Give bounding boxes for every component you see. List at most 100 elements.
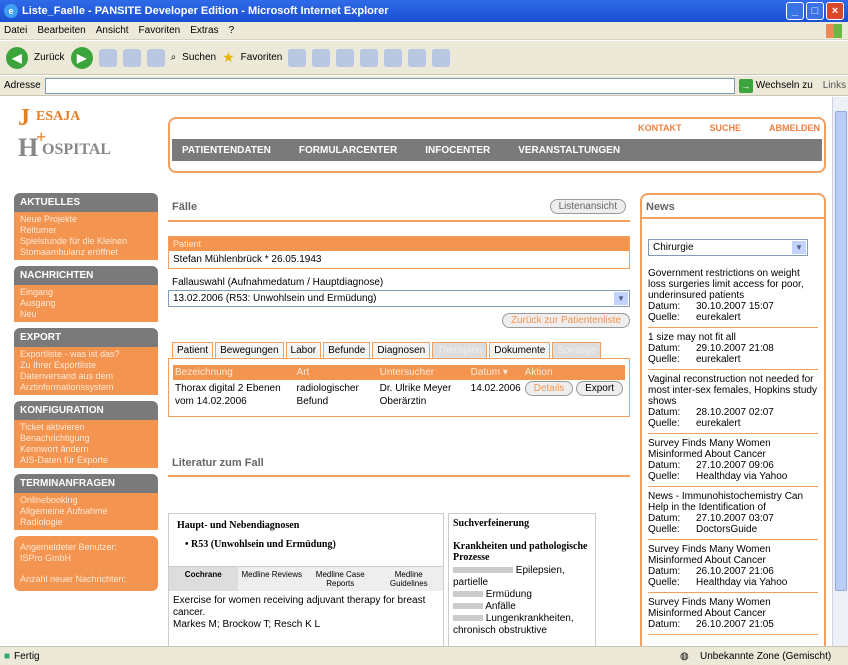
title-divider (168, 220, 630, 222)
lit-tab-cochrane[interactable]: Cochrane (169, 567, 238, 591)
news-headline[interactable]: Vaginal reconstruction not needed for mo… (648, 374, 818, 407)
lit-tab-medline-guidelines[interactable]: Medline Guidelines (374, 567, 443, 591)
sidebar-link[interactable]: Spielstunde für die Kleinen (20, 236, 152, 247)
close-button[interactable]: × (826, 2, 844, 20)
sidebar-link[interactable]: Reitumer (20, 225, 152, 236)
favorites-star-icon[interactable]: ★ (222, 49, 235, 66)
news-headline[interactable]: 1 size may not fit all (648, 332, 818, 343)
news-headline[interactable]: Survey Finds Many Women Misinformed Abou… (648, 597, 818, 619)
cell-art: radiologischer Befund (296, 383, 359, 407)
sidebar-link[interactable]: Kennwort ändern (20, 444, 152, 455)
search-button-label[interactable]: Suchen (182, 52, 216, 63)
news-headline[interactable]: Survey Finds Many Women Misinformed Abou… (648, 544, 818, 566)
menu-extras[interactable]: Extras (190, 25, 218, 36)
export-button[interactable]: Export (576, 381, 623, 396)
edit-icon[interactable] (360, 48, 379, 67)
sidebar-link[interactable]: AIS-Daten für Exporte (20, 455, 152, 466)
suchverfeinerung-panel: Suchverfeinerung Krankheiten und patholo… (448, 513, 596, 646)
folder-icon[interactable] (384, 48, 403, 67)
mail-icon[interactable] (312, 48, 331, 67)
zone-text: Unbekannte Zone (Gemischt) (700, 650, 832, 662)
news-headline[interactable]: News - Immunohistochemistry Can Help in … (648, 491, 818, 513)
tab-diagnosen[interactable]: Diagnosen (372, 342, 431, 358)
details-button[interactable]: Details (524, 381, 574, 396)
vertical-scrollbar[interactable] (832, 97, 848, 646)
sidebar-link[interactable]: Neue Projekte (20, 214, 152, 225)
news-headline[interactable]: Survey Finds Many Women Misinformed Abou… (648, 438, 818, 460)
nav-infocenter[interactable]: INFOCENTER (425, 145, 490, 156)
patient-header: Patient (169, 237, 629, 251)
ie-icon: e (4, 4, 18, 18)
link-kontakt[interactable]: KONTAKT (638, 123, 681, 133)
news-divider (642, 217, 824, 219)
zurueck-button[interactable]: Zurück zur Patientenliste (501, 313, 630, 328)
logo-esaja: ESAJA (36, 109, 81, 124)
col-art[interactable]: Art (294, 365, 378, 380)
lit-tab-medline-case[interactable]: Medline Case Reports (306, 567, 375, 591)
news-category-select[interactable]: Chirurgie ▼ (648, 239, 808, 256)
sidebar-link[interactable]: Datenversand aus dem (20, 371, 152, 382)
fallauswahl-label: Fallauswahl (Aufnahmedatum / Hauptdiagno… (172, 277, 384, 288)
listenansicht-button[interactable]: Listenansicht (549, 199, 626, 214)
link-abmelden[interactable]: ABMELDEN (769, 123, 820, 133)
address-input[interactable] (44, 77, 735, 94)
search-icon[interactable]: ⌕ (171, 52, 177, 63)
tab-befunde[interactable]: Befunde (323, 342, 371, 358)
links-label[interactable]: Links (823, 80, 846, 91)
nav-veranstaltungen[interactable]: VERANSTALTUNGEN (518, 145, 620, 156)
sidebar-link[interactable]: Allgemeine Aufnahme (20, 506, 152, 517)
sidebar-link[interactable]: Radiologie (20, 517, 152, 528)
forward-arrow-icon[interactable]: ▶ (70, 46, 93, 69)
suche-item[interactable]: Epilepsien, partielle (453, 565, 591, 589)
tab-patient[interactable]: Patient (172, 342, 214, 358)
tab-dokumente[interactable]: Dokumente (489, 342, 551, 358)
literature-entry-title[interactable]: Exercise for women receiving adjuvant th… (173, 595, 439, 619)
fallauswahl-select[interactable]: 13.02.2006 (R53: Unwohlsein und Ermüdung… (168, 290, 630, 307)
sidebar-link[interactable]: Benachrichtigung (20, 433, 152, 444)
maximize-button[interactable]: □ (806, 2, 824, 20)
lit-tab-medline-reviews[interactable]: Medline Reviews (237, 567, 306, 591)
col-untersucher[interactable]: Untersucher (377, 365, 469, 380)
menu-favoriten[interactable]: Favoriten (139, 25, 181, 36)
sidebar-link[interactable]: Ticket aktivieren (20, 422, 152, 433)
favorites-button-label[interactable]: Favoriten (241, 52, 283, 63)
news-headline[interactable]: Government restrictions on weight loss s… (648, 268, 818, 301)
sidebar-link[interactable]: Onlinebooking (20, 495, 152, 506)
research-icon[interactable] (408, 48, 427, 67)
col-bezeichnung[interactable]: Bezeichnung (173, 365, 295, 380)
refresh-icon[interactable] (122, 48, 141, 67)
menu-ansicht[interactable]: Ansicht (96, 25, 129, 36)
back-arrow-icon[interactable]: ◀ (6, 46, 28, 69)
col-datum[interactable]: Datum ▾ (468, 365, 523, 380)
messenger-icon[interactable] (432, 48, 451, 67)
sidebar-link[interactable]: Arztinformationssystem (20, 382, 152, 393)
sidebar-link[interactable]: Exportliste - was ist das? (20, 349, 152, 360)
tab-labor[interactable]: Labor (285, 342, 322, 358)
suche-item[interactable]: Lungenkrankheiten, chronisch obstruktive (453, 613, 591, 637)
history-icon[interactable] (288, 48, 307, 67)
tab-bewegungen[interactable]: Bewegungen (215, 342, 284, 358)
sidebar-link[interactable]: Eingang (20, 287, 152, 298)
go-button[interactable]: → Wechseln zu (738, 78, 813, 93)
sidebar-link[interactable]: Ausgang (20, 298, 152, 309)
minimize-button[interactable]: _ (786, 2, 804, 20)
literatur-title: Literatur zum Fall (172, 457, 264, 469)
nav-formularcenter[interactable]: FORMULARCENTER (299, 145, 397, 156)
suche-item[interactable]: Anfälle (453, 601, 591, 613)
sidebar-link[interactable]: Zu Ihrer Exportliste (20, 360, 152, 371)
scrollbar-thumb[interactable] (835, 111, 847, 591)
diagnose-item[interactable]: R53 (Unwohlsein und Ermüdung) (191, 539, 336, 550)
menu-datei[interactable]: Datei (4, 25, 27, 36)
sidebar-link[interactable]: Neu (20, 309, 152, 320)
status-text: Fertig (14, 650, 40, 662)
link-suche[interactable]: SUCHE (709, 123, 741, 133)
home-icon[interactable] (146, 48, 165, 67)
suche-item[interactable]: Ermüdung (453, 589, 591, 601)
nav-patientendaten[interactable]: PATIENTENDATEN (182, 145, 271, 156)
print-icon[interactable] (336, 48, 355, 67)
sidebar-link[interactable]: Stomaambulanz eröffnet (20, 247, 152, 258)
menu-help[interactable]: ? (229, 25, 235, 36)
stop-icon[interactable] (98, 48, 117, 67)
menu-bearbeiten[interactable]: Bearbeiten (37, 25, 85, 36)
back-button-label[interactable]: Zurück (34, 52, 65, 63)
